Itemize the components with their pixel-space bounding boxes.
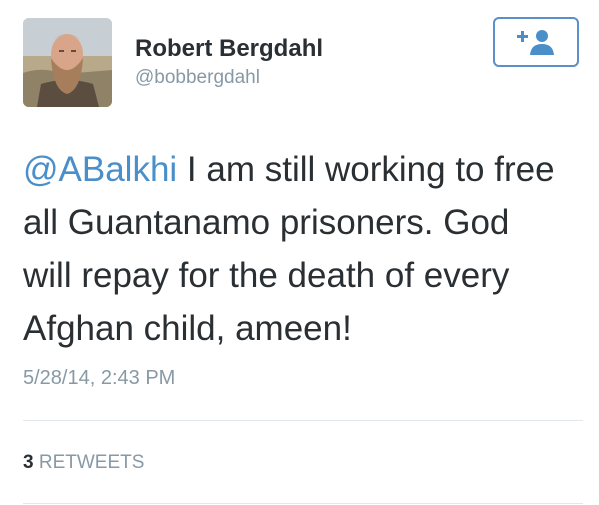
mention-link[interactable]: @ABalkhi [23, 150, 177, 189]
add-user-icon [517, 30, 554, 55]
retweet-count: 3 [23, 452, 34, 473]
timestamp[interactable]: 5/28/14, 2:43 PM [23, 367, 175, 390]
avatar[interactable] [23, 18, 112, 107]
divider [23, 420, 583, 421]
avatar-photo [23, 18, 112, 107]
tweet-text: @ABalkhi I am still working to free all … [23, 143, 583, 355]
follow-button[interactable] [493, 17, 579, 67]
tweet-line: Afghan child, ameen! [23, 309, 352, 348]
divider [23, 503, 583, 504]
screen-name[interactable]: @bobbergdahl [135, 67, 260, 89]
display-name[interactable]: Robert Bergdahl [135, 35, 323, 63]
retweet-label: RETWEETS [38, 452, 145, 473]
retweet-stats[interactable]: 3 RETWEETS [23, 452, 144, 474]
tweet-line: all Guantanamo prisoners. God [23, 203, 510, 242]
tweet-line: @ABalkhi I am still working to free [23, 143, 583, 196]
tweet-line-text: I am still working to free [177, 150, 555, 189]
tweet-line: will repay for the death of every [23, 256, 510, 295]
